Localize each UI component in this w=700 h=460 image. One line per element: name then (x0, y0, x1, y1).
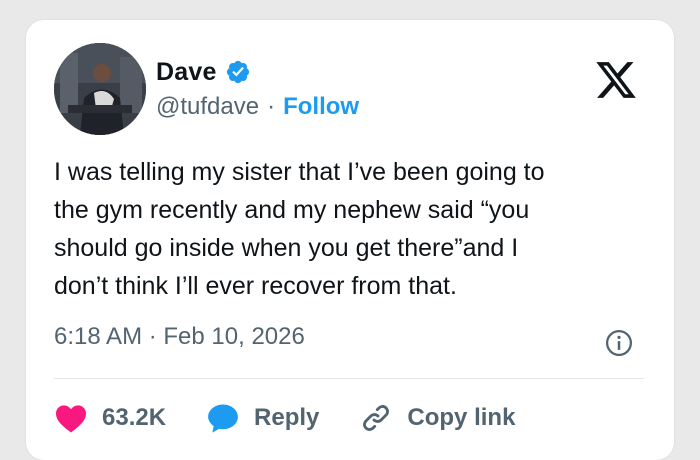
author-name[interactable]: Dave (156, 58, 217, 87)
heart-icon (56, 405, 86, 433)
copy-link-button[interactable]: Copy link (359, 401, 515, 435)
x-logo-icon[interactable] (594, 58, 638, 102)
like-button[interactable]: 63.2K (54, 403, 166, 433)
verified-badge-icon (226, 60, 249, 84)
author-handle[interactable]: @tufdave (156, 93, 259, 121)
reply-label: Reply (254, 404, 320, 431)
divider (54, 378, 644, 379)
info-icon[interactable] (604, 328, 634, 358)
author-name-row: Dave (156, 54, 251, 90)
link-icon (363, 405, 390, 431)
follow-button[interactable]: Follow (283, 93, 359, 121)
tweet-timestamp[interactable]: 6:18 AM · Feb 10, 2026 (54, 323, 305, 351)
tweet-text: I was telling my sister that I’ve been g… (54, 158, 545, 300)
copy-link-label: Copy link (407, 404, 516, 431)
author-handle-row: @tufdave · Follow (156, 93, 359, 121)
avatar-photo (54, 43, 146, 135)
reply-button[interactable]: Reply (206, 401, 319, 435)
avatar[interactable] (54, 43, 146, 135)
like-count: 63.2K (102, 404, 167, 431)
speech-bubble-icon (208, 404, 238, 433)
action-bar: 63.2K Reply Copy link (54, 398, 515, 438)
separator-dot: · (267, 93, 276, 120)
tweet-card: Dave @tufdave · Follow I was telling my … (26, 20, 674, 460)
